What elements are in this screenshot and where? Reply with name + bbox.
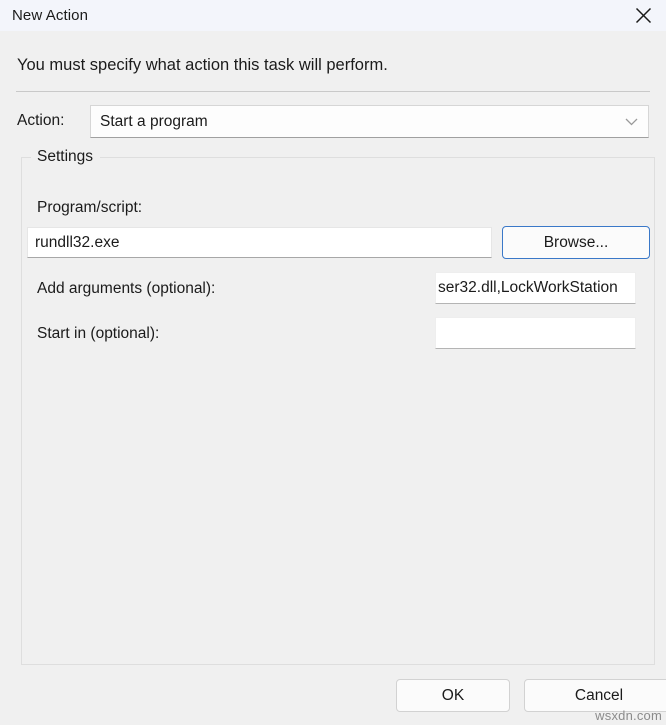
program-script-label: Program/script: bbox=[37, 199, 143, 216]
chevron-down-icon bbox=[625, 117, 638, 126]
action-combobox-value: Start a program bbox=[100, 112, 208, 130]
start-in-input[interactable] bbox=[435, 317, 636, 349]
close-icon bbox=[635, 7, 652, 24]
watermark: wsxdn.com bbox=[595, 708, 662, 723]
window-title: New Action bbox=[12, 7, 89, 24]
add-arguments-input[interactable] bbox=[435, 272, 636, 304]
close-button[interactable] bbox=[620, 0, 666, 31]
ok-button[interactable]: OK bbox=[396, 679, 510, 712]
settings-groupbox-legend: Settings bbox=[31, 148, 101, 166]
add-arguments-label: Add arguments (optional): bbox=[37, 280, 216, 297]
program-script-input[interactable] bbox=[27, 227, 492, 258]
action-label: Action: bbox=[17, 112, 65, 129]
title-bar: New Action bbox=[0, 0, 666, 31]
start-in-label: Start in (optional): bbox=[37, 325, 160, 342]
action-combobox[interactable]: Start a program bbox=[90, 105, 649, 138]
dialog-body: You must specify what action this task w… bbox=[0, 31, 666, 725]
header-separator bbox=[16, 91, 650, 92]
instruction-text: You must specify what action this task w… bbox=[17, 56, 388, 74]
browse-button[interactable]: Browse... bbox=[502, 226, 650, 259]
